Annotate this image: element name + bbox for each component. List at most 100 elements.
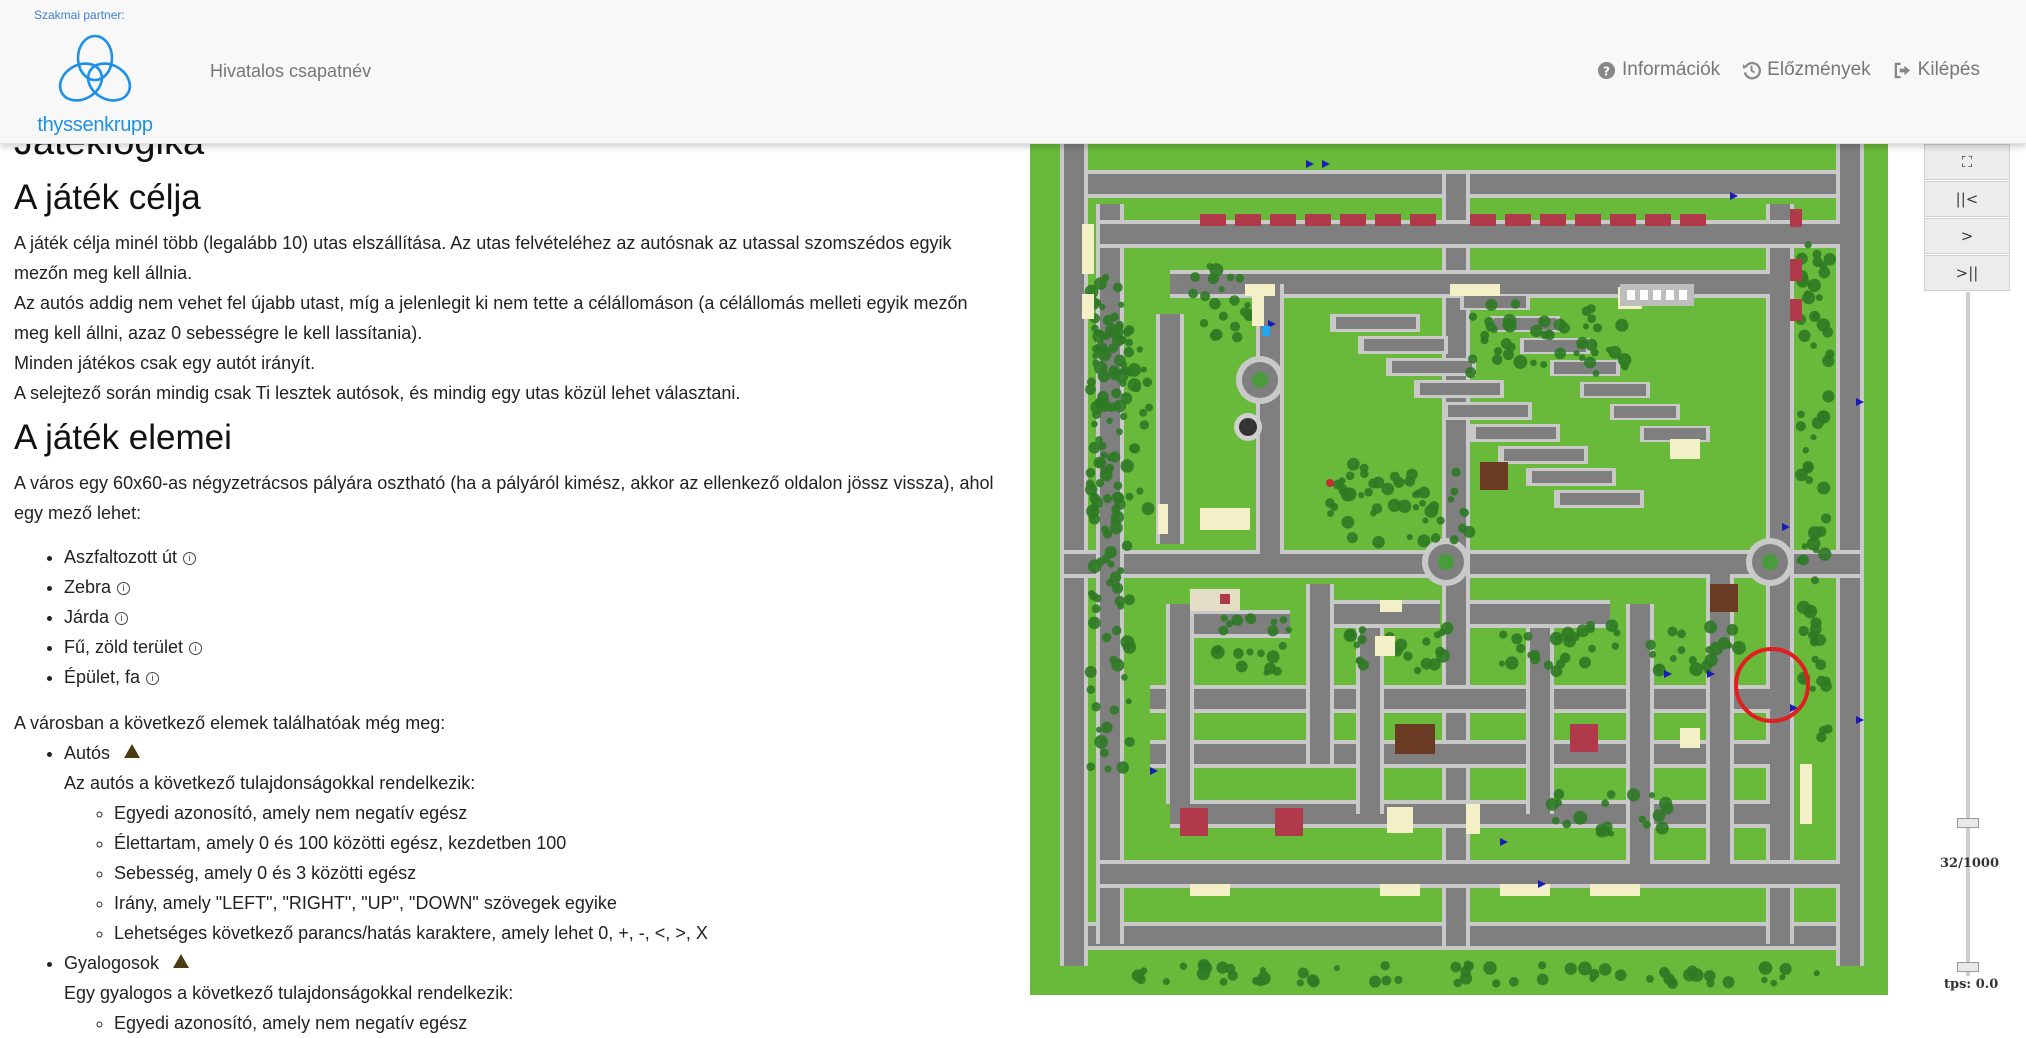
tree (1686, 965, 1698, 977)
tps-readout: tps: 0.0 (1944, 977, 1999, 992)
tree (1553, 788, 1565, 800)
tree (1505, 656, 1519, 670)
tree (1233, 648, 1244, 659)
tree (1109, 705, 1120, 715)
road (1644, 428, 1706, 440)
tree (1677, 646, 1686, 654)
tree (1389, 471, 1400, 482)
tree (1307, 975, 1320, 988)
tree (1802, 447, 1810, 454)
question-circle-icon: ? (1597, 61, 1616, 80)
collapse-triangle-icon[interactable] (173, 954, 190, 968)
play-button[interactable]: > (1924, 218, 2010, 254)
building (1387, 807, 1413, 833)
list-item: Irány, amely "LEFT", "RIGHT", "UP", "DOW… (114, 888, 1004, 918)
tree (1085, 468, 1096, 478)
tree (1101, 721, 1113, 734)
tree (1369, 975, 1382, 988)
range-slider-handle[interactable] (1957, 962, 1979, 972)
road (1504, 449, 1584, 461)
fullscreen-button[interactable]: ⛶ (1924, 144, 2010, 180)
tree (1230, 321, 1241, 332)
rewind-to-start-button[interactable]: ||< (1924, 181, 2010, 217)
game-map-canvas[interactable] (1030, 144, 1888, 995)
road (1100, 224, 1840, 244)
tree (1516, 643, 1526, 654)
building (1180, 808, 1208, 836)
info-icon[interactable]: i (115, 612, 129, 625)
building (1800, 764, 1812, 824)
tree (1121, 673, 1128, 681)
building (1340, 214, 1366, 226)
info-icon[interactable]: i (189, 642, 203, 655)
main-nav: ? Információk Előzmények Kilépés (1597, 59, 1980, 81)
building (1570, 724, 1598, 752)
tree (1341, 515, 1355, 529)
tree (1810, 434, 1817, 441)
building (1790, 299, 1802, 321)
tree (1638, 815, 1647, 824)
tree (1627, 788, 1641, 802)
tree (1267, 625, 1279, 637)
player-car (1262, 326, 1270, 336)
playback-controls: ⛶ ||< > >|| (1924, 144, 2010, 292)
history-icon (1742, 61, 1762, 80)
list-item: Fű, zöld területi (64, 632, 1004, 662)
tree (1394, 638, 1408, 651)
building (1380, 884, 1420, 896)
tree (1220, 614, 1228, 622)
road (1392, 361, 1472, 373)
tree (1592, 323, 1603, 333)
roundabout-center (1438, 554, 1454, 570)
tree (1540, 361, 1548, 369)
building (1410, 214, 1436, 226)
tick-slider-handle[interactable] (1957, 817, 1979, 828)
tree (1207, 273, 1219, 285)
tree (1091, 604, 1101, 614)
tree (1779, 974, 1786, 981)
tree (1246, 648, 1254, 656)
tree (1701, 660, 1712, 671)
nav-logout[interactable]: Kilépés (1893, 59, 1980, 81)
info-icon[interactable]: i (146, 672, 160, 685)
tree (1263, 669, 1270, 676)
parking-space (1653, 290, 1661, 300)
tree (1117, 602, 1125, 610)
thyssenkrupp-logo[interactable]: thyssenkrupp (34, 34, 156, 142)
tree (1502, 349, 1514, 361)
tree (1465, 366, 1477, 378)
tree (1726, 624, 1739, 636)
tree (1372, 535, 1385, 549)
building (1235, 214, 1261, 226)
building (1395, 724, 1435, 754)
info-icon[interactable]: i (117, 582, 131, 595)
tree (1464, 961, 1474, 971)
tree (1489, 325, 1498, 334)
tree (1807, 278, 1822, 293)
tree (1333, 965, 1340, 972)
tree (1436, 648, 1450, 663)
list-item-pedestrians: Gyalogosok Egy gyalogos a következő tula… (64, 948, 1004, 1038)
nav-info[interactable]: ? Információk (1597, 59, 1720, 81)
road (1470, 604, 1610, 624)
info-icon[interactable]: i (183, 552, 197, 565)
tree (1179, 962, 1188, 970)
tree (1492, 979, 1501, 988)
tick-slider-track[interactable] (1966, 292, 1970, 976)
tree (1106, 402, 1117, 413)
building (1680, 214, 1706, 226)
tree (1555, 634, 1562, 642)
nav-history[interactable]: Előzmények (1742, 59, 1871, 81)
building (1466, 804, 1480, 834)
parking-space (1666, 290, 1674, 300)
tree (1620, 362, 1629, 371)
tree (1420, 658, 1433, 670)
collapse-triangle-icon[interactable] (124, 744, 141, 758)
tree (1136, 346, 1143, 353)
step-forward-button[interactable]: >|| (1924, 255, 2010, 291)
tree (1530, 359, 1537, 367)
building (1275, 808, 1303, 836)
tree (1606, 790, 1616, 799)
tree (1761, 976, 1768, 984)
field-type-list: Aszfaltozott úti Zebrai Járdai Fű, zöld … (64, 542, 1004, 692)
